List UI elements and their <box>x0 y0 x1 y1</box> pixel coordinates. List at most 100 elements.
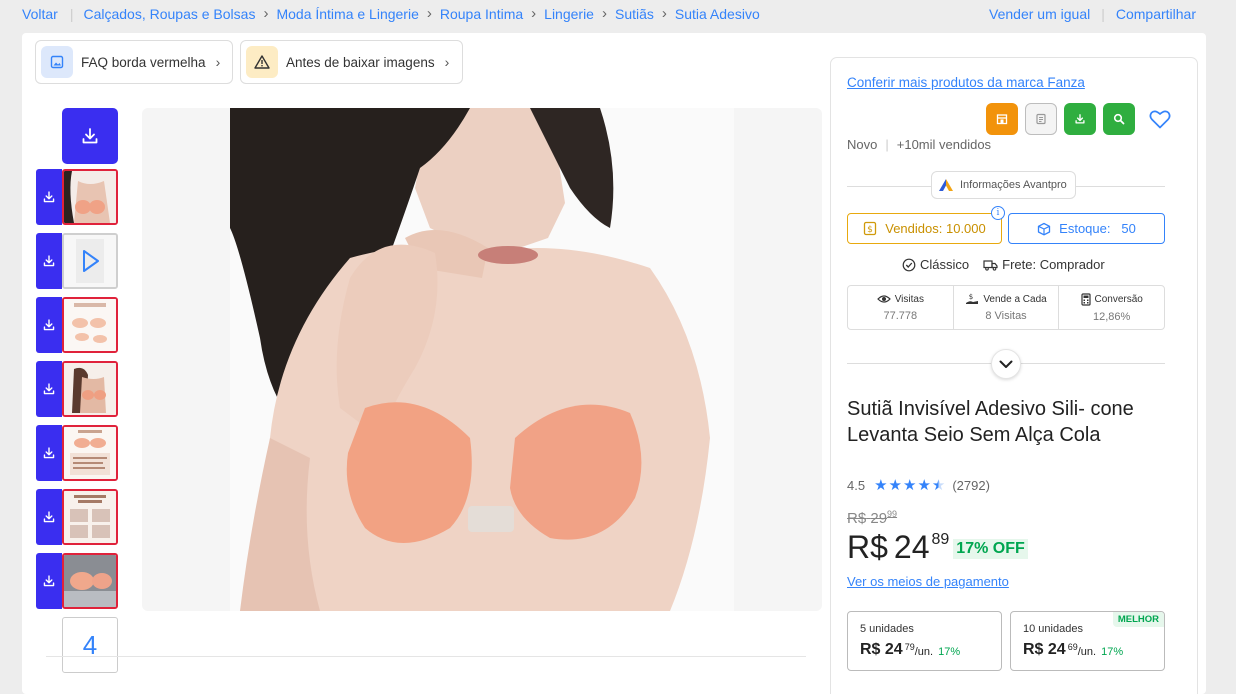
warning-chip-label: Antes de baixar imagens <box>286 54 435 70</box>
bulk-unit: /un. <box>1077 646 1097 658</box>
thumbnail-row <box>36 233 118 289</box>
thumbnail-image[interactable] <box>62 361 118 417</box>
price-int: 24 <box>893 529 930 565</box>
faq-chip[interactable]: FAQ borda vermelha › <box>35 40 233 84</box>
star-icon: ★ <box>902 477 917 494</box>
download-thumb-button[interactable] <box>36 489 62 545</box>
star-rating: ★ ★ ★ ★ ★ <box>874 476 946 494</box>
thumbnail-image[interactable] <box>62 297 118 353</box>
payment-methods-link[interactable]: Ver os meios de pagamento <box>847 574 1009 589</box>
download-icon <box>1075 114 1085 124</box>
price-currency: R$ <box>847 529 888 565</box>
bulk-int: 24 <box>884 641 903 658</box>
download-all-button[interactable] <box>62 108 118 164</box>
top-actions-separator: | <box>1101 6 1105 22</box>
stat-conversion: Conversão 12,86% <box>1059 286 1164 329</box>
avantpro-label: Informações Avantpro <box>960 179 1067 191</box>
breadcrumb: Voltar | Calçados, Roupas e Bolsas › Mod… <box>22 5 760 22</box>
store-tool-button[interactable] <box>986 103 1018 135</box>
thumbnail-image[interactable] <box>62 489 118 545</box>
listing-type: Clássico <box>920 257 970 272</box>
chevron-right-icon: › <box>426 5 432 22</box>
discount-badge: 17% OFF <box>953 539 1028 559</box>
stat-value: 8 Visitas <box>985 310 1027 322</box>
download-thumb-button[interactable] <box>36 233 62 289</box>
condition-separator: | <box>885 137 889 152</box>
chevron-right-icon: › <box>601 5 607 22</box>
stats-box: Visitas 77.778 $ Vende a Cada 8 Visitas … <box>847 285 1165 330</box>
star-icon: ★ <box>917 477 931 494</box>
download-icon <box>43 191 55 203</box>
sell-similar-link[interactable]: Vender um igual <box>989 6 1090 22</box>
download-thumb-button[interactable] <box>36 169 62 225</box>
eye-icon <box>876 295 891 303</box>
back-link[interactable]: Voltar <box>22 6 58 22</box>
download-thumb-button[interactable] <box>36 425 62 481</box>
thumbnail-image[interactable] <box>62 425 118 481</box>
search-tool-button[interactable] <box>1103 103 1135 135</box>
download-thumb-button[interactable] <box>36 361 62 417</box>
rating-row[interactable]: 4.5 ★ ★ ★ ★ ★ (2792) <box>847 476 990 494</box>
chevron-right-icon: › <box>215 54 221 70</box>
shipping-info: Frete: Comprador <box>1002 257 1105 272</box>
thumbnail-row <box>36 489 118 545</box>
product-photo <box>230 108 734 611</box>
old-price-cents: 99 <box>887 509 898 519</box>
download-icon <box>43 319 55 331</box>
download-icon <box>43 511 55 523</box>
condition-label: Novo <box>847 137 878 152</box>
truck-icon <box>983 259 998 271</box>
download-icon <box>43 447 55 459</box>
bulk-cents: 79 <box>904 642 915 652</box>
breadcrumb-item[interactable]: Calçados, Roupas e Bolsas <box>83 6 255 22</box>
chevron-down-icon <box>999 360 1013 368</box>
download-thumb-button[interactable] <box>36 297 62 353</box>
breadcrumb-item[interactable]: Roupa Intima <box>440 6 523 22</box>
thumbnail-image[interactable] <box>62 169 118 225</box>
info-icon[interactable]: i <box>991 206 1005 220</box>
bulk-price: R$ 24 69/un. 17% <box>1023 641 1152 659</box>
video-thumbnail[interactable] <box>62 233 118 289</box>
bulk-discount: 17% <box>938 646 961 658</box>
warning-chip[interactable]: Antes de baixar imagens › <box>240 40 463 84</box>
bulk-int: 24 <box>1047 641 1066 658</box>
chevron-right-icon: › <box>263 5 269 22</box>
top-bar: Voltar | Calçados, Roupas e Bolsas › Mod… <box>0 0 1236 33</box>
bulk-offer-10[interactable]: MELHOR 10 unidades R$ 24 69/un. 17% <box>1010 611 1165 671</box>
bulk-currency: R$ <box>1023 641 1044 658</box>
check-circle-icon <box>902 258 916 271</box>
breadcrumb-item[interactable]: Sutia Adesivo <box>675 6 760 22</box>
expand-button[interactable] <box>991 349 1021 379</box>
condition-line: Novo | +10mil vendidos <box>847 137 991 152</box>
calculator-icon <box>1080 292 1091 306</box>
favorite-button[interactable] <box>1147 106 1173 132</box>
breadcrumb-item[interactable]: Moda Íntima e Lingerie <box>276 6 418 22</box>
stock-count-box: Estoque: 50 <box>1008 213 1165 244</box>
sold-label: Vendidos: <box>885 221 943 236</box>
breadcrumb-item[interactable]: Sutiãs <box>615 6 654 22</box>
avantpro-logo-icon <box>939 179 953 191</box>
breadcrumb-item[interactable]: Lingerie <box>544 6 594 22</box>
bulk-unit: /un. <box>914 646 934 658</box>
download-icon <box>43 255 55 267</box>
thumbnail-row <box>36 297 118 353</box>
listing-info: Clássico Frete: Comprador <box>902 257 1119 272</box>
bulk-offer-5[interactable]: 5 unidades R$ 24 79/un. 17% <box>847 611 1002 671</box>
more-images-button[interactable]: 4 <box>62 617 118 673</box>
brand-link[interactable]: Conferir mais produtos da marca Fanza <box>847 75 1085 90</box>
download-icon <box>43 575 55 587</box>
share-link[interactable]: Compartilhar <box>1116 6 1196 22</box>
document-tool-button[interactable] <box>1025 103 1057 135</box>
original-price: R$ 2999 <box>847 509 897 527</box>
thumbnail-image[interactable] <box>62 553 118 609</box>
stat-visits: Visitas 77.778 <box>848 286 954 329</box>
download-tool-button[interactable] <box>1064 103 1096 135</box>
star-icon: ★ <box>888 477 902 494</box>
sales-icon: $ <box>864 221 877 236</box>
avantpro-info-button[interactable]: Informações Avantpro <box>931 171 1076 199</box>
stat-label: Conversão <box>1094 293 1143 305</box>
tool-buttons <box>986 103 1173 135</box>
download-thumb-button[interactable] <box>36 553 62 609</box>
main-image-viewer[interactable] <box>142 108 822 611</box>
sold-summary: +10mil vendidos <box>896 137 992 152</box>
